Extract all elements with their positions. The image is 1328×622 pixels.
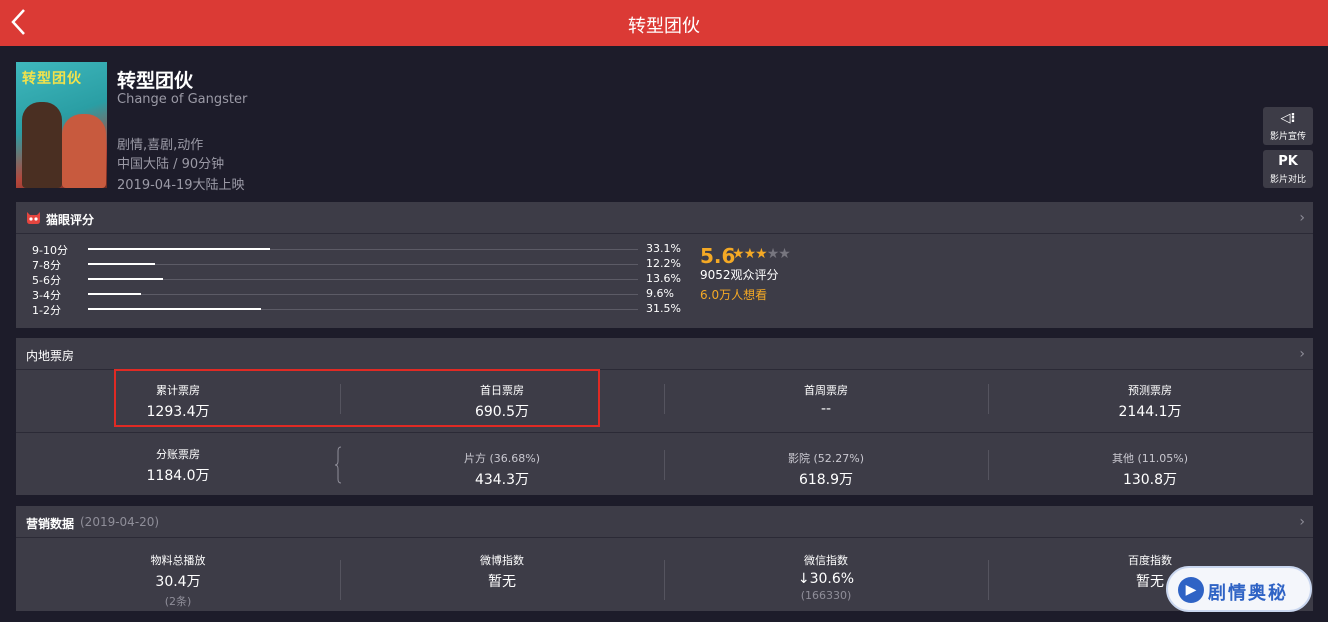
marketing-card: 营销数据 (2019-04-20) › 物料总播放 30.4万 (2条) 微博指… [16,506,1313,611]
rating-row: 5-6分 13.6% [32,272,692,287]
rating-row: 3-4分 9.6% [32,287,692,302]
stat-value: 30.4万 [155,574,201,590]
stat-label: 片方 (36.68%) [463,452,541,465]
boxoffice-title: 内地票房 [26,349,75,363]
chevron-right-icon[interactable]: › [1299,210,1305,226]
rating-label: 1-2分 [32,304,61,317]
marketing-card-header[interactable]: 营销数据 (2019-04-20) › [16,506,1313,538]
speaker-icon: ◁⁝ [1280,111,1296,126]
chevron-right-icon[interactable]: › [1299,514,1305,530]
movie-promo-button[interactable]: ◁⁝ 影片宣传 [1263,107,1313,145]
rating-percent: 12.2% [646,257,681,270]
stat-label: 微博指数 [480,554,524,567]
rating-track [88,263,638,265]
boxoffice-other-share: 其他 (11.05%) 130.8万 [988,450,1312,489]
rating-bar [88,248,271,250]
movie-release-date: 2019-04-19大陆上映 [117,178,245,193]
stat-value: 1184.0万 [146,468,210,484]
stat-label: 分账票房 [156,448,200,461]
movie-compare-label: 影片对比 [1269,175,1306,185]
rating-count: 9052观众评分 [700,268,779,282]
rating-bar [88,293,141,295]
watermark-text: 剧情奥秘 [1208,583,1288,604]
divider [16,432,1313,433]
poster-title: 转型团伙 [22,71,82,87]
movie-compare-button[interactable]: PK 影片对比 [1263,150,1313,188]
rating-card: 猫眼评分 › 9-10分 33.1% 7-8分 12.2% 5-6分 13.6%… [16,202,1313,328]
stat-value: ↓30.6% [797,571,855,587]
rating-card-header[interactable]: 猫眼评分 › [16,202,1313,234]
want-to-see-count: 6.0万人想看 [700,288,768,302]
stat-value: 434.3万 [474,472,530,488]
star-icon: ★ [766,246,780,262]
stat-sub: (2条) [164,595,192,608]
movie-region-duration: 中国大陆 / 90分钟 [117,157,225,172]
marketing-date: (2019-04-20) [80,515,160,529]
marketing-title: 营销数据 [26,517,75,531]
rating-label: 9-10分 [32,244,68,257]
boxoffice-producer-share: 片方 (36.68%) 434.3万 [340,450,664,489]
rating-track [88,308,638,310]
rating-row: 9-10分 33.1% [32,242,692,257]
marketing-wechat: 微信指数 ↓30.6% (166330) [664,552,988,602]
boxoffice-split: 分账票房 1184.0万 [16,446,340,485]
rating-percent: 33.1% [646,242,681,255]
movie-header: 转型团伙 转型团伙 Change of Gangster 剧情,喜剧,动作 中国… [16,62,1313,193]
play-icon: ▶ [1178,577,1204,603]
boxoffice-forecast: 预测票房 2144.1万 [988,382,1312,421]
star-icon: ★ [732,246,745,262]
watermark-logo: ▶ 剧情奥秘 [1166,566,1312,612]
stat-sub: (166330) [800,589,852,602]
chevron-right-icon[interactable]: › [1299,346,1305,362]
rating-track [88,248,638,250]
rating-score: 5.6 [700,244,736,268]
movie-genres: 剧情,喜剧,动作 [117,138,204,153]
stat-label: 微信指数 [804,554,848,567]
stat-label: 物料总播放 [150,554,206,567]
stat-value: 130.8万 [1122,472,1178,488]
star-icon: ★ [743,246,757,262]
rating-bar [88,263,156,265]
marketing-weibo: 微博指数 暂无 [340,552,664,591]
rating-percent: 31.5% [646,302,681,315]
stat-label: 首周票房 [804,384,848,397]
star-icon: ★ [778,246,791,262]
star-icon: ★ [755,246,768,262]
highlight-annotation [114,369,600,427]
stat-label: 预测票房 [1128,384,1172,397]
rating-label: 5-6分 [32,274,61,287]
rating-percent: 9.6% [646,287,674,300]
rating-track [88,293,638,295]
boxoffice-card-header[interactable]: 内地票房 › [16,338,1313,370]
stat-value: 暂无 [488,574,516,590]
rating-stars: ★★★★★ [732,246,791,262]
rating-percent: 13.6% [646,272,681,285]
rating-track [88,278,638,280]
boxoffice-cinema-share: 影院 (52.27%) 618.9万 [664,450,988,489]
stat-value: 618.9万 [798,472,854,488]
stat-value: -- [820,401,832,417]
stat-value: 2144.1万 [1118,404,1182,420]
boxoffice-first-week: 首周票房 -- [664,382,988,417]
poster-figure [22,102,62,188]
cat-eye-icon [27,212,40,224]
rating-title: 猫眼评分 [46,213,95,227]
rating-bar [88,308,262,310]
rating-bar [88,278,163,280]
page-title: 转型团伙 [628,16,700,37]
movie-title: 转型团伙 [117,70,194,92]
rating-row: 7-8分 12.2% [32,257,692,272]
rating-row: 1-2分 31.5% [32,302,692,317]
movie-poster[interactable]: 转型团伙 [16,62,107,188]
stat-label: 影院 (52.27%) [787,452,865,465]
movie-english-title: Change of Gangster [117,92,248,107]
pk-icon: PK [1278,154,1298,169]
marketing-plays: 物料总播放 30.4万 (2条) [16,552,340,609]
poster-figure [62,114,106,188]
top-bar: 转型团伙 [0,0,1328,46]
rating-label: 3-4分 [32,289,61,302]
rating-label: 7-8分 [32,259,61,272]
stat-label: 其他 (11.05%) [1111,452,1189,465]
movie-promo-label: 影片宣传 [1269,132,1306,142]
